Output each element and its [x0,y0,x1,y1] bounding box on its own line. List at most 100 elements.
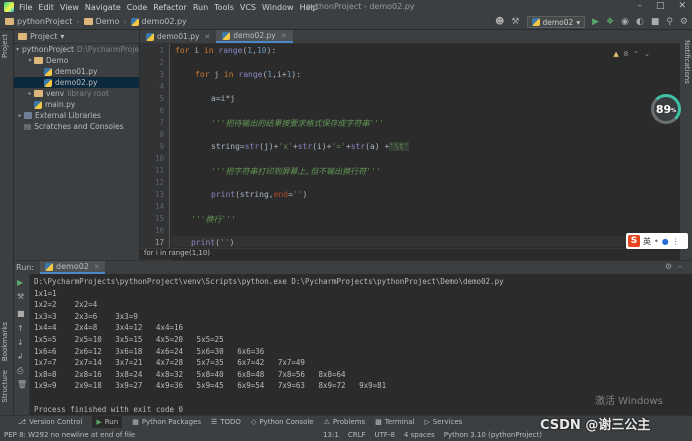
project-tool-tab[interactable]: Project [1,34,9,58]
menu-run[interactable]: Run [193,3,208,12]
tree-item[interactable]: ▾pythonProjectD:\PycharmProjects [14,44,139,55]
hide-icon[interactable]: – [678,262,682,271]
rerun-icon[interactable]: ▶ [17,278,23,287]
close-icon[interactable]: ✕ [94,263,100,271]
run-tab-demo02[interactable]: demo02 ✕ [40,261,105,274]
line-separator[interactable]: CRLF [348,431,366,439]
inspection-count: 8 [623,50,629,58]
performance-badge[interactable]: 89% [651,94,681,124]
settings-icon[interactable]: ⚙ [665,262,672,271]
down-icon[interactable]: ↓ [17,338,24,347]
structure-tool-tab[interactable]: Structure [1,370,9,403]
tab-python-console[interactable]: ◇ Python Console [251,418,314,426]
chevron-down-icon[interactable]: ▾ [60,32,64,41]
status-message[interactable]: PEP 8: W292 no newline at end of file [4,431,135,439]
line-number: 13 [154,190,164,199]
tree-item[interactable]: main.py [14,99,139,110]
trash-icon[interactable]: 🗑 [17,380,27,389]
notifications-tool-tab[interactable]: Notifications [683,40,691,84]
close-icon[interactable]: ✕ [281,32,287,40]
wrench-icon[interactable]: ⚒ [17,292,24,301]
print-icon[interactable]: ⎙ [17,366,23,376]
expand-arrow-icon[interactable]: ▸ [16,112,24,119]
code-area[interactable]: for i in range(1,10): for j in range(1,i… [171,44,680,260]
ime-mode-label[interactable]: 英 [643,236,651,247]
debug-icon[interactable]: ❖ [606,17,614,27]
tab-demo02[interactable]: demo02.py ✕ [216,30,293,43]
python-file-icon [531,18,540,26]
menu-code[interactable]: Code [127,3,147,12]
maximize-icon[interactable]: □ [656,1,665,11]
punctuation-icon[interactable]: • [654,237,659,246]
file-encoding[interactable]: UTF-8 [375,431,395,439]
user-icon[interactable]: ☻ [495,17,504,27]
close-icon[interactable]: ✕ [678,1,686,11]
chevron-down-icon[interactable]: ⌄ [644,50,650,58]
python-interpreter[interactable]: Python 3.10 (pythonProject) [444,431,542,439]
tree-item[interactable]: demo01.py [14,66,139,77]
python-file-icon [146,32,154,41]
run-configuration-select[interactable]: demo02 ▾ [526,16,586,28]
window-title: pythonProject - demo02.py [306,2,415,11]
bookmarks-tool-tab[interactable]: Bookmarks [1,322,9,361]
menu-vcs[interactable]: VCS [240,3,256,12]
stop-icon[interactable]: ■ [17,309,25,318]
tab-run[interactable]: ▶ Run [92,415,123,429]
run-icon[interactable]: ▶ [592,17,599,27]
tree-item[interactable]: ▾ Demo [14,55,139,66]
line-number: 4 [159,82,164,91]
menu-refactor[interactable]: Refactor [153,3,187,12]
minimize-icon[interactable]: – [637,1,642,11]
tree-item[interactable]: ▸ venv library root [14,88,139,99]
menu-file[interactable]: File [19,3,32,12]
breadcrumb-project[interactable]: pythonProject [17,17,72,26]
expand-arrow-icon[interactable]: ▾ [26,57,34,64]
coverage-icon[interactable]: ◉ [621,17,629,27]
tab-version-control[interactable]: ⎇ Version Control [18,418,82,426]
console-line: 1x6=6 2x6=12 3x6=18 4x6=24 5x6=30 6x6=36 [34,346,265,356]
expand-arrow-icon[interactable]: ▾ [16,46,19,53]
menu-tools[interactable]: Tools [214,3,234,12]
tree-item[interactable]: ▤ Scratches and Consoles [14,121,139,132]
up-icon[interactable]: ↑ [17,324,24,333]
library-icon [24,112,32,119]
python-file-icon [130,17,139,26]
tab-services[interactable]: ▷ Services [424,418,462,426]
expand-arrow-icon[interactable]: ▸ [26,90,34,97]
tab-problems[interactable]: ⚠ Problems [324,418,366,426]
hammer-icon[interactable]: ⚒ [511,17,519,27]
tree-item[interactable]: demo02.py [14,77,139,88]
tab-python-packages[interactable]: ▦ Python Packages [132,418,201,426]
line-number: 1 [159,46,164,55]
stop-icon[interactable]: ■ [651,17,660,27]
tree-item[interactable]: ▸ External Libraries [14,110,139,121]
folder-icon [5,18,14,25]
cursor-position[interactable]: 13:1 [323,431,339,439]
indent-setting[interactable]: 4 spaces [404,431,435,439]
tab-demo01[interactable]: demo01.py ✕ [140,30,216,43]
chevron-up-icon[interactable]: ⌃ [633,50,639,58]
menu-window[interactable]: Window [262,3,294,12]
close-icon[interactable]: ✕ [204,33,210,41]
search-icon[interactable]: ⚲ [666,17,673,27]
microphone-icon[interactable]: ● [662,237,669,246]
menu-navigate[interactable]: Navigate [85,3,121,12]
menu-edit[interactable]: Edit [38,3,54,12]
ime-toolbar[interactable]: S 英 • ● ⋮ [626,233,688,249]
menu-view[interactable]: View [60,3,79,12]
menu-icon[interactable]: ⋮ [672,237,680,246]
profile-icon[interactable]: ◐ [636,17,644,27]
tab-todo[interactable]: ☰ TODO [211,418,241,426]
tab-terminal[interactable]: ▩ Terminal [375,418,414,426]
inspection-widget[interactable]: ▲ 8 ⌃ ⌄ [613,50,650,58]
code-line: for j in range(1,i+1): [195,70,302,79]
sogou-logo-icon: S [628,235,640,247]
editor-breadcrumb-footer[interactable]: for i in range(1,10) [140,248,680,259]
code-line: string=str(j)+'x'+str(i)+'='+str(a) +'\t… [211,142,409,151]
breadcrumb-folder[interactable]: Demo [96,17,120,26]
soft-wrap-icon[interactable]: ↲ [17,352,24,361]
breadcrumb-file[interactable]: demo02.py [142,17,187,26]
console-output[interactable]: D:\PycharmProjects\pythonProject\venv\Sc… [34,277,688,415]
settings-icon[interactable]: ⚙ [680,17,688,27]
project-panel-title[interactable]: Project [30,32,57,41]
